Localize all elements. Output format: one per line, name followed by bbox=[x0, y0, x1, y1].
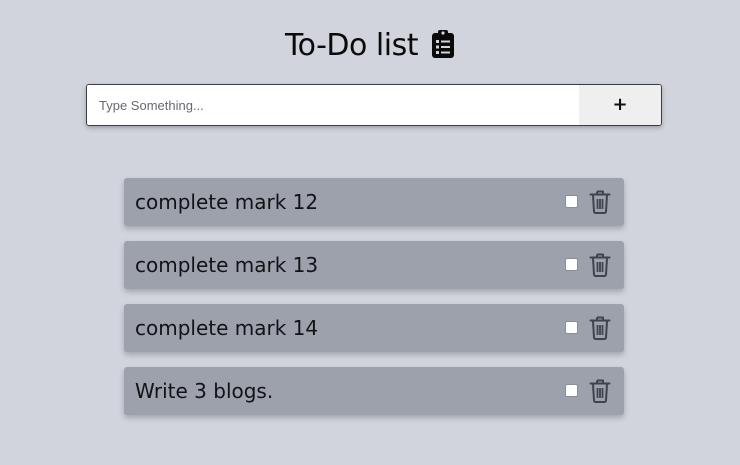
new-task-form: + bbox=[86, 84, 662, 126]
checkbox-icon[interactable] bbox=[565, 258, 578, 271]
page-title: To-Do list bbox=[284, 28, 419, 63]
todo-text: complete mark 12 bbox=[135, 190, 319, 214]
checkbox-icon[interactable] bbox=[565, 195, 578, 208]
trash-icon[interactable] bbox=[589, 253, 611, 277]
todo-item: Write 3 blogs. bbox=[124, 367, 624, 415]
todo-text: complete mark 14 bbox=[135, 316, 319, 340]
trash-icon[interactable] bbox=[589, 379, 611, 403]
checkbox-icon[interactable] bbox=[565, 321, 578, 334]
checkbox-icon[interactable] bbox=[565, 384, 578, 397]
todo-text: complete mark 13 bbox=[135, 253, 319, 277]
todo-item: complete mark 13 bbox=[124, 241, 624, 289]
todo-text: Write 3 blogs. bbox=[135, 379, 274, 403]
trash-icon[interactable] bbox=[589, 316, 611, 340]
todo-item: complete mark 14 bbox=[124, 304, 624, 352]
clipboard-list-icon bbox=[432, 30, 455, 58]
add-task-button[interactable]: + bbox=[579, 85, 661, 125]
header: To-Do list bbox=[0, 24, 740, 68]
task-input[interactable] bbox=[87, 85, 579, 125]
todo-item: complete mark 12 bbox=[124, 178, 624, 226]
trash-icon[interactable] bbox=[589, 190, 611, 214]
todo-list: complete mark 12 complete mark 13 comple… bbox=[124, 178, 624, 430]
